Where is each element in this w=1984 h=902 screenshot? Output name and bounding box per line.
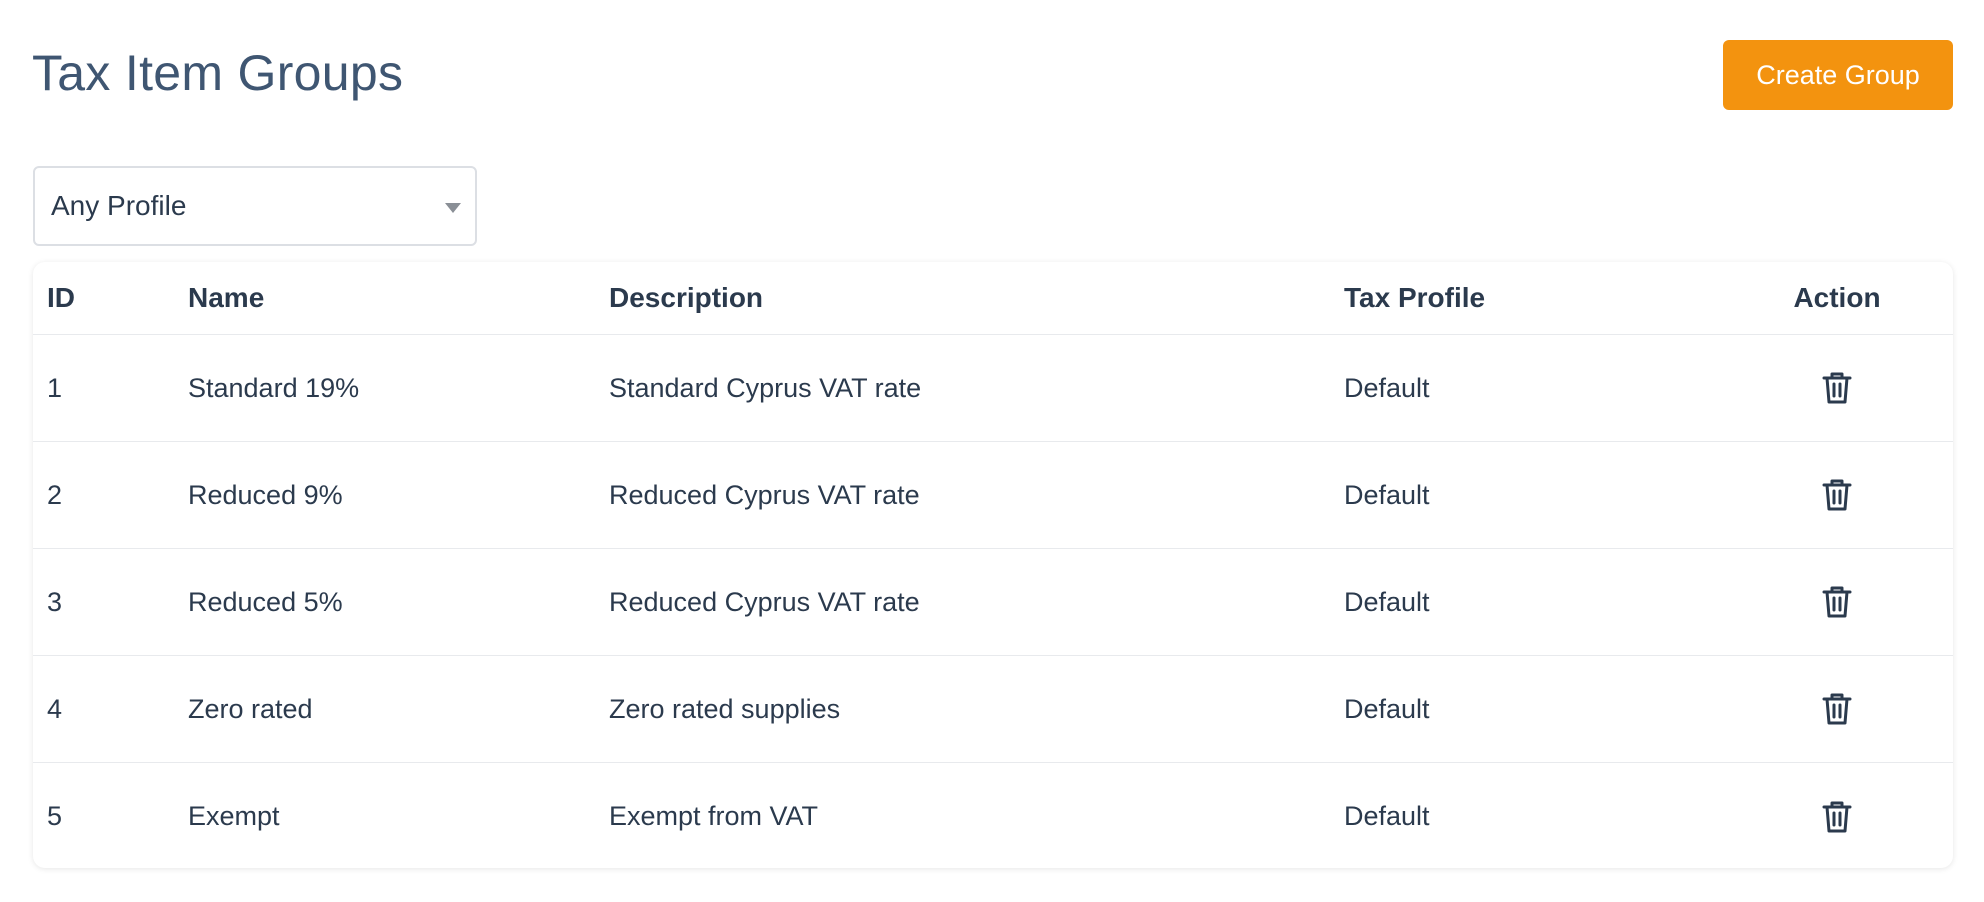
cell-description: Standard Cyprus VAT rate xyxy=(609,372,922,403)
cell-name: Standard 19% xyxy=(188,372,360,403)
tax-profile-select-value: Any Profile xyxy=(51,190,187,221)
trash-icon[interactable] xyxy=(1817,797,1857,837)
cell-action xyxy=(1773,656,1901,762)
column-header-id[interactable]: ID xyxy=(47,262,75,334)
cell-action xyxy=(1773,442,1901,548)
cell-action xyxy=(1773,335,1901,441)
column-header-action: Action xyxy=(1793,282,1881,313)
column-header-tax-profile[interactable]: Tax Profile xyxy=(1344,262,1485,334)
cell-id: 4 xyxy=(47,693,63,724)
table-row[interactable]: 1 Standard 19% Standard Cyprus VAT rate … xyxy=(33,335,1953,442)
cell-id: 2 xyxy=(47,479,63,510)
page-title: Tax Item Groups xyxy=(32,45,404,101)
cell-tax-profile: Default xyxy=(1344,372,1430,403)
cell-id: 5 xyxy=(47,801,63,831)
cell-name: Reduced 5% xyxy=(188,586,343,617)
cell-tax-profile: Default xyxy=(1344,801,1430,831)
trash-icon[interactable] xyxy=(1817,368,1857,408)
cell-description: Zero rated supplies xyxy=(609,693,841,724)
cell-tax-profile: Default xyxy=(1344,586,1430,617)
tax-groups-table: ID Name Description Tax Profile Action 1… xyxy=(33,262,1953,868)
table-row[interactable]: 4 Zero rated Zero rated supplies Default xyxy=(33,656,1953,763)
table-row[interactable]: 5 Exempt Exempt from VAT Default xyxy=(33,763,1953,868)
table-row[interactable]: 2 Reduced 9% Reduced Cyprus VAT rate Def… xyxy=(33,442,1953,549)
cell-name: Exempt xyxy=(188,801,280,831)
cell-name: Reduced 9% xyxy=(188,479,343,510)
trash-icon[interactable] xyxy=(1817,475,1857,515)
cell-description: Exempt from VAT xyxy=(609,801,819,831)
trash-icon[interactable] xyxy=(1817,582,1857,622)
tax-profile-select[interactable]: Any Profile xyxy=(33,166,477,246)
column-header-description[interactable]: Description xyxy=(609,262,763,334)
create-group-button[interactable]: Create Group xyxy=(1723,40,1953,110)
page: Tax Item Groups Create Group Any Profile… xyxy=(0,0,1984,902)
cell-action xyxy=(1773,763,1901,868)
cell-description: Reduced Cyprus VAT rate xyxy=(609,479,920,510)
column-header-name[interactable]: Name xyxy=(188,262,264,334)
trash-icon[interactable] xyxy=(1817,689,1857,729)
cell-id: 3 xyxy=(47,586,63,617)
chevron-down-icon xyxy=(445,203,461,213)
cell-id: 1 xyxy=(47,372,63,403)
cell-description: Reduced Cyprus VAT rate xyxy=(609,586,920,617)
cell-tax-profile: Default xyxy=(1344,693,1430,724)
table-row[interactable]: 3 Reduced 5% Reduced Cyprus VAT rate Def… xyxy=(33,549,1953,656)
table-header-row: ID Name Description Tax Profile Action xyxy=(33,262,1953,335)
cell-name: Zero rated xyxy=(188,693,313,724)
cell-tax-profile: Default xyxy=(1344,479,1430,510)
cell-action xyxy=(1773,549,1901,655)
